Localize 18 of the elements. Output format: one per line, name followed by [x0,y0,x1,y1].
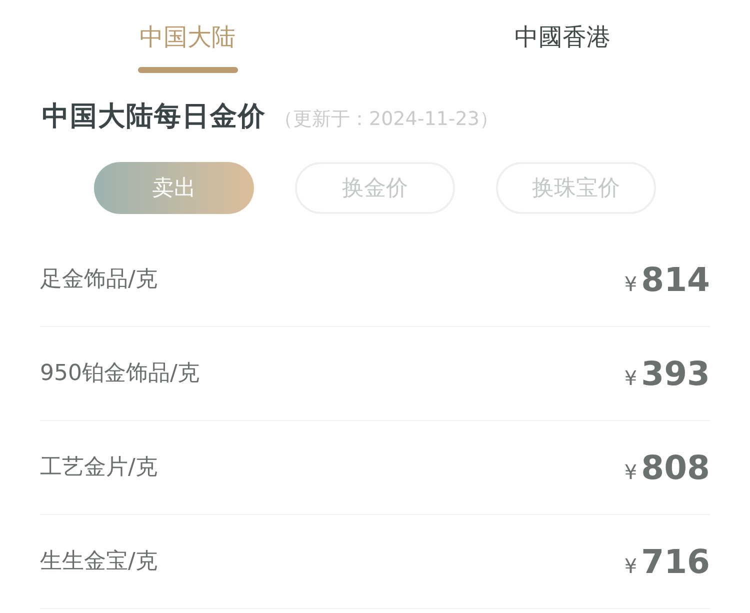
price-value: 808 [641,446,710,489]
region-tab[interactable]: 中國香港 [514,20,610,54]
currency-symbol: ¥ [624,458,638,486]
item-name: 生生金宝/克 [40,548,158,576]
item-name: 工艺金片/克 [40,454,158,482]
currency-symbol: ¥ [624,364,638,392]
price-type-pill[interactable]: 换珠宝价 [496,162,656,214]
price-type-pill[interactable]: 卖出 [94,162,254,214]
item-name: 足金饰品/克 [40,266,158,294]
price-value: 716 [641,540,710,583]
price-value: 814 [641,258,710,301]
currency-symbol: ¥ [624,270,638,298]
price-value: 393 [641,352,710,395]
item-name: 950铂金饰品/克 [40,360,200,388]
region-tab[interactable]: 中国大陆 [140,20,236,54]
page-title: 中国大陆每日金价 [42,100,266,134]
price-type-pill[interactable]: 换金价 [295,162,455,214]
currency-symbol: ¥ [624,552,638,580]
